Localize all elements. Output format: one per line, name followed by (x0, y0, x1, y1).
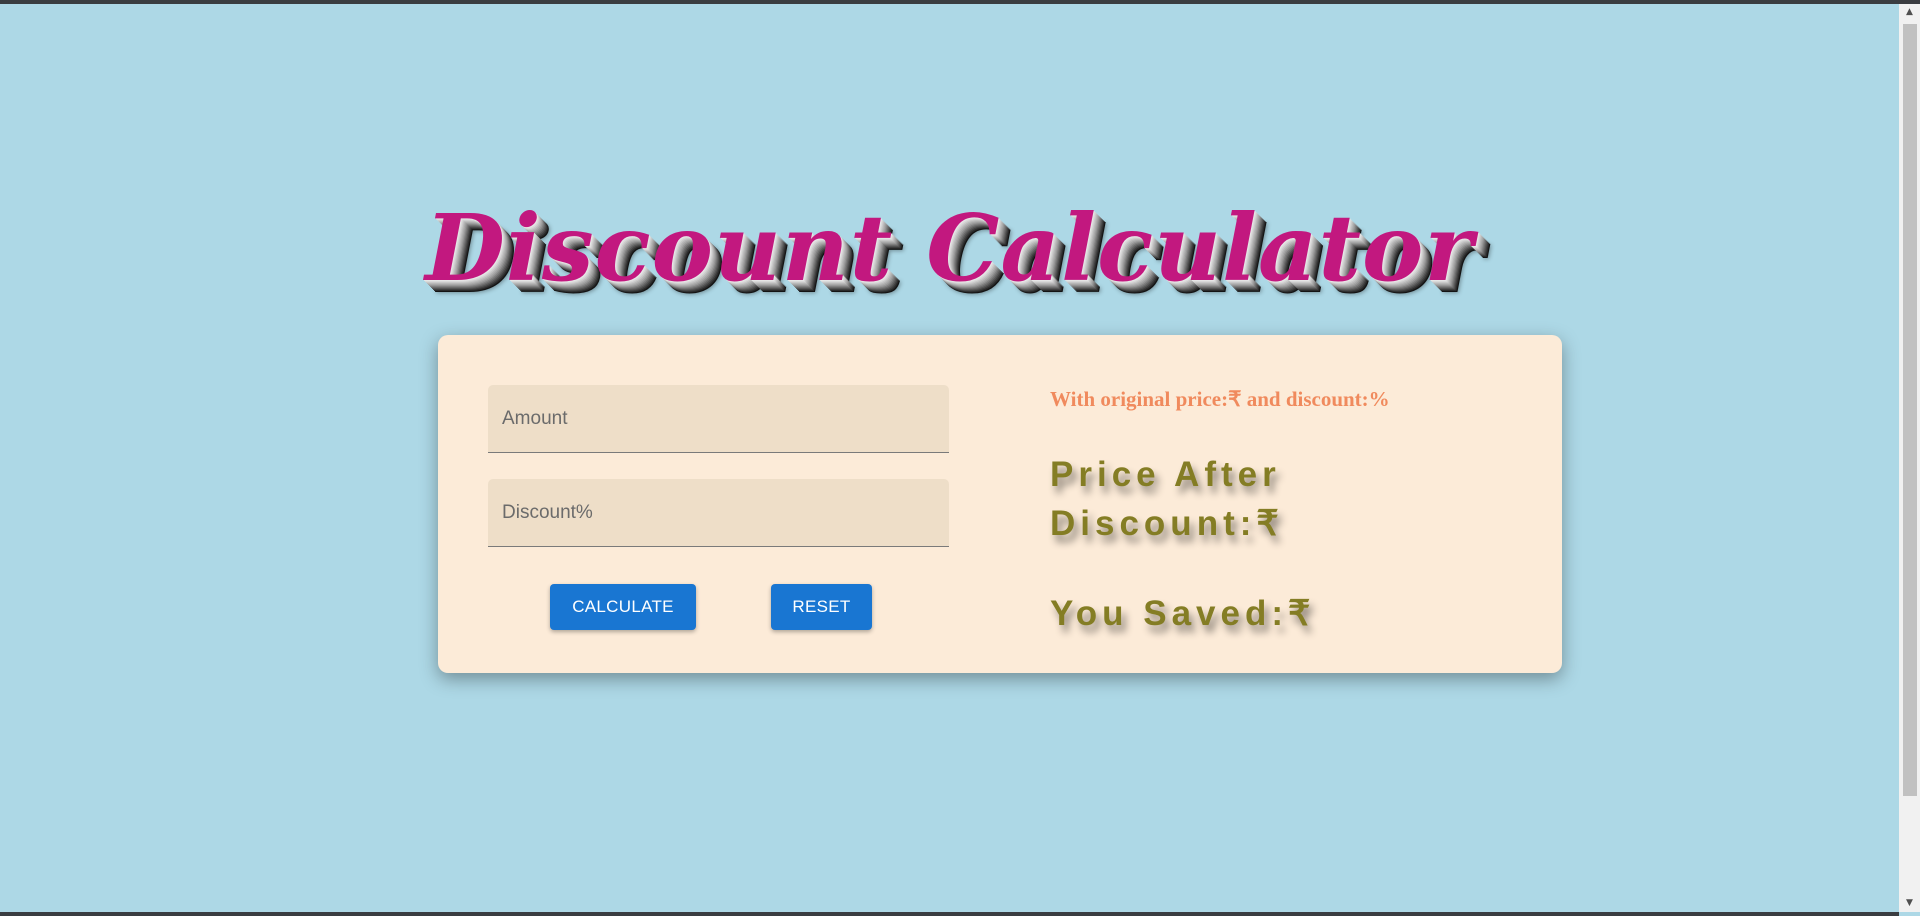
discount-input[interactable] (488, 479, 949, 546)
scroll-up-arrow-icon[interactable]: ▲ (1899, 4, 1920, 21)
calculator-card: CALCULATE RESET With original price:₹ an… (438, 335, 1562, 673)
calculate-button[interactable]: CALCULATE (550, 584, 696, 630)
page-viewport: Discount Calculator CALCULATE RESET With… (0, 4, 1899, 912)
you-saved-text: You Saved:₹ (1050, 594, 1316, 633)
discount-field (488, 479, 949, 547)
page-title: Discount Calculator (425, 194, 1474, 302)
summary-text: With original price:₹ and discount:% (1050, 387, 1390, 411)
reset-button[interactable]: RESET (771, 584, 872, 630)
price-after-discount-text: Price After Discount:₹ (1050, 455, 1284, 543)
scrollbar-thumb[interactable] (1903, 24, 1917, 796)
amount-input[interactable] (488, 385, 949, 452)
scroll-down-arrow-icon[interactable]: ▼ (1899, 895, 1920, 912)
browser-bottom-edge (0, 912, 1899, 916)
amount-field (488, 385, 949, 453)
vertical-scrollbar[interactable]: ▲ ▼ (1899, 4, 1920, 912)
